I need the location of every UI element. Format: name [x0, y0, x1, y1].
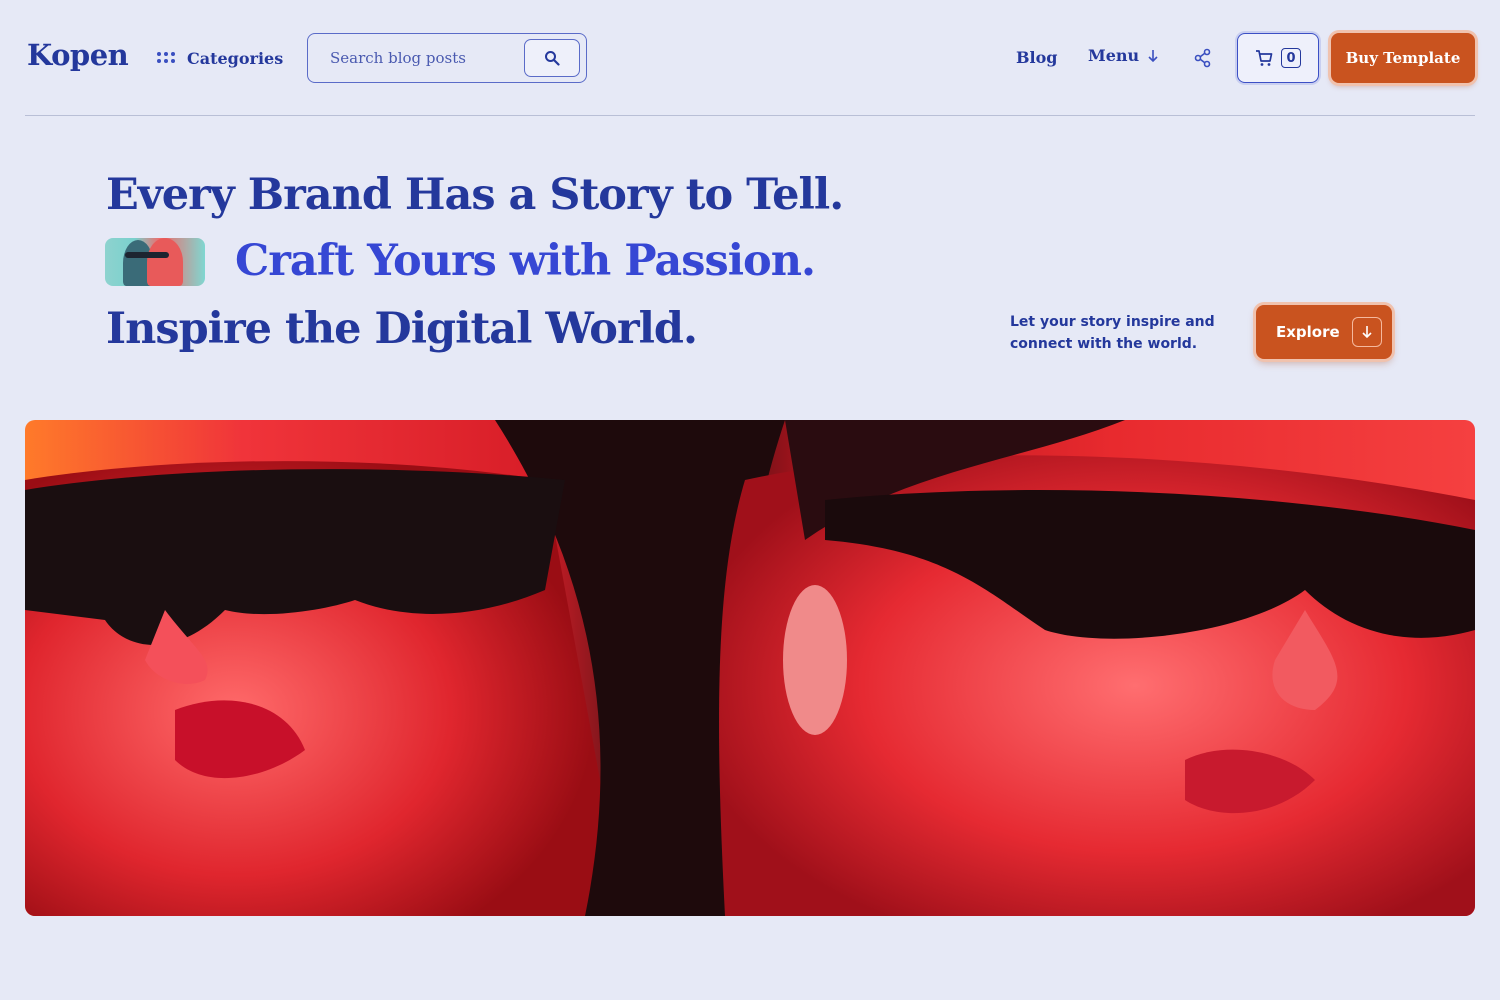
explore-label: Explore: [1276, 323, 1340, 341]
nav-menu-label: Menu: [1088, 46, 1140, 65]
top-header: Kopen Categories Blog Menu: [25, 0, 1475, 116]
explore-arrow-box: [1351, 317, 1382, 347]
search-box: [307, 33, 587, 83]
hero-image-art: [25, 420, 1475, 916]
grid-dots-icon: [157, 52, 177, 64]
logo[interactable]: Kopen: [27, 38, 129, 72]
explore-button[interactable]: Explore: [1256, 305, 1392, 359]
nav-menu-button[interactable]: Menu: [1088, 46, 1159, 65]
hero-tagline: Let your story inspire and connect with …: [1010, 314, 1215, 352]
search-button[interactable]: [524, 39, 580, 77]
categories-button[interactable]: Categories: [157, 46, 283, 70]
nav-blog-link[interactable]: Blog: [1016, 48, 1057, 67]
arrow-down-icon: [1362, 326, 1372, 339]
categories-label: Categories: [187, 48, 284, 68]
search-icon: [545, 51, 560, 66]
search-input[interactable]: [330, 46, 510, 70]
hero-heading-line-2: Craft Yours with Passion.: [235, 236, 816, 286]
hero-heading-line-3: Inspire the Digital World.: [106, 304, 698, 354]
buy-template-button[interactable]: Buy Template: [1331, 33, 1475, 83]
hero-image: [25, 420, 1475, 916]
share-icon: [1194, 48, 1211, 68]
hero-thumbnail-image: [105, 238, 205, 286]
cart-icon: [1256, 50, 1273, 66]
hero-heading-line-1: Every Brand Has a Story to Tell.: [106, 170, 844, 220]
cart-count-badge: 0: [1281, 48, 1301, 68]
cart-button[interactable]: 0: [1237, 33, 1319, 83]
arrow-down-icon: [1148, 49, 1158, 62]
share-button[interactable]: [1192, 47, 1214, 69]
